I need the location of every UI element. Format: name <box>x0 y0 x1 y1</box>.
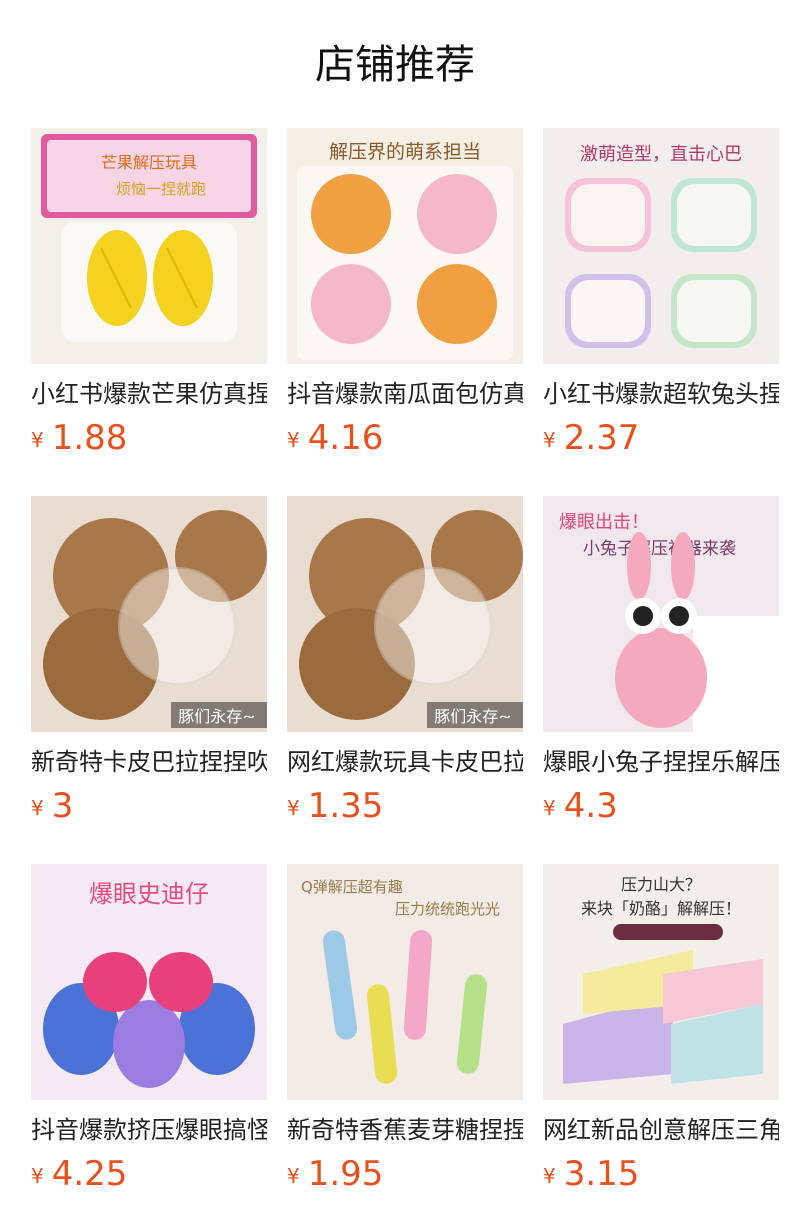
product-price: ¥4.25 <box>31 1154 127 1194</box>
price-value: 3.15 <box>563 1154 640 1194</box>
product-price: ¥1.88 <box>31 418 127 458</box>
svg-text:激萌造型，直击心巴: 激萌造型，直击心巴 <box>580 144 742 165</box>
page-title: 店铺推荐 <box>315 42 475 88</box>
price-value: 1.35 <box>307 786 384 826</box>
product-image[interactable]: 压力山大？ 来块「奶酪」解解压！ <box>543 864 779 1100</box>
svg-text:豚们永存~: 豚们永存~ <box>178 707 255 726</box>
product-name[interactable]: 小红书爆款芒果仿真捏捏乐 <box>31 374 267 414</box>
product-name[interactable]: 网红爆款玩具卡皮巴拉吹泡 <box>287 742 523 782</box>
product-image[interactable]: 豚们永存~ <box>31 496 267 732</box>
product-image[interactable]: 爆眼史迪仔 <box>31 864 267 1100</box>
price-value: 1.88 <box>51 418 128 458</box>
currency-symbol: ¥ <box>287 796 300 820</box>
product-image[interactable]: 解压界的萌系担当 <box>287 128 523 364</box>
svg-text:Q弹解压超有趣: Q弹解压超有趣 <box>301 878 403 896</box>
product-price: ¥2.37 <box>543 418 639 458</box>
svg-text:爆眼史迪仔: 爆眼史迪仔 <box>89 880 209 908</box>
product-name[interactable]: 抖音爆款挤压爆眼搞怪史迪仔 <box>31 1110 267 1150</box>
currency-symbol: ¥ <box>31 428 44 452</box>
product-price: ¥1.95 <box>287 1154 383 1194</box>
svg-text:爆眼出击！: 爆眼出击！ <box>559 512 649 533</box>
product-price: ¥1.35 <box>287 786 383 826</box>
svg-text:压力山大？: 压力山大？ <box>621 875 701 894</box>
product-name[interactable]: 抖音爆款南瓜面包仿真捏捏 <box>287 374 523 414</box>
currency-symbol: ¥ <box>543 1164 556 1188</box>
product-name[interactable]: 新奇特香蕉麦芽糖捏捏乐 <box>287 1110 523 1150</box>
product-name[interactable]: 爆眼小兔子捏捏乐解压玩具 <box>543 742 779 782</box>
product-image[interactable]: Q弹解压超有趣 压力统统跑光光 <box>287 864 523 1100</box>
product-name[interactable]: 新奇特卡皮巴拉捏捏吹泡泡 <box>31 742 267 782</box>
svg-text:压力统统跑光光: 压力统统跑光光 <box>395 900 500 918</box>
svg-text:小兔子解压神器来袭: 小兔子解压神器来袭 <box>583 539 736 559</box>
product-image[interactable]: 爆眼出击！ 小兔子解压神器来袭 <box>543 496 779 732</box>
product-price: ¥4.16 <box>287 418 383 458</box>
currency-symbol: ¥ <box>287 1164 300 1188</box>
currency-symbol: ¥ <box>543 428 556 452</box>
product-name[interactable]: 小红书爆款超软兔头捏捏乐 <box>543 374 779 414</box>
svg-text:烦恼一捏就跑: 烦恼一捏就跑 <box>116 180 206 198</box>
price-value: 4.25 <box>51 1154 128 1194</box>
currency-symbol: ¥ <box>287 428 300 452</box>
product-price: ¥3 <box>31 786 73 826</box>
svg-text:来块「奶酪」解解压！: 来块「奶酪」解解压！ <box>581 899 741 918</box>
svg-text:解压界的萌系担当: 解压界的萌系担当 <box>329 141 481 163</box>
price-value: 4.16 <box>307 418 384 458</box>
price-value: 1.95 <box>307 1154 384 1194</box>
product-price: ¥4.3 <box>543 786 618 826</box>
price-value: 4.3 <box>563 786 618 826</box>
product-image[interactable]: 激萌造型，直击心巴 <box>543 128 779 364</box>
product-image[interactable]: 豚们永存~ <box>287 496 523 732</box>
price-value: 2.37 <box>563 418 640 458</box>
price-value: 3 <box>51 786 74 826</box>
currency-symbol: ¥ <box>543 796 556 820</box>
product-price: ¥3.15 <box>543 1154 639 1194</box>
svg-text:豚们永存~: 豚们永存~ <box>434 707 511 726</box>
svg-text:芒果解压玩具: 芒果解压玩具 <box>101 153 197 172</box>
product-name[interactable]: 网红新品创意解压三角奶酪 <box>543 1110 779 1150</box>
currency-symbol: ¥ <box>31 796 44 820</box>
currency-symbol: ¥ <box>31 1164 44 1188</box>
product-image[interactable]: 芒果解压玩具 烦恼一捏就跑 <box>31 128 267 364</box>
